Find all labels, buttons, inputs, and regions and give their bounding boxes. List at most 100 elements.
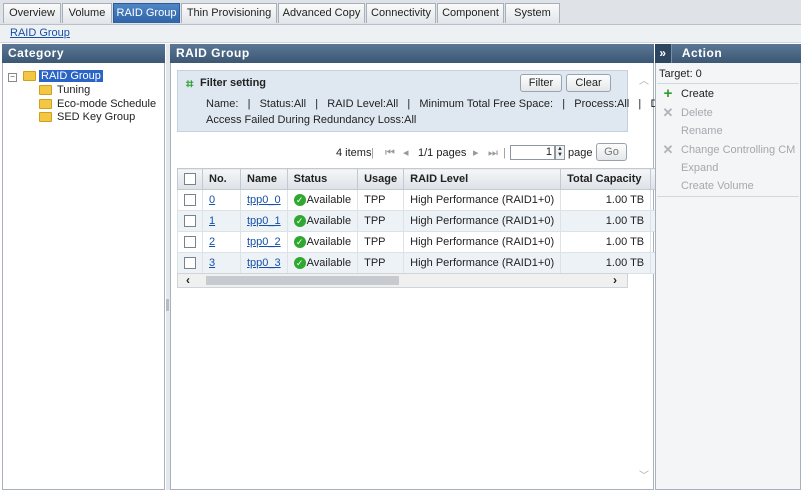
select-all-header[interactable] xyxy=(177,168,203,190)
row-no-link[interactable]: 1 xyxy=(209,215,215,227)
row-checkbox[interactable] xyxy=(184,236,196,249)
filter-icon: ⌗ xyxy=(186,76,194,91)
action-panel-header: » Action xyxy=(655,44,801,63)
plus-icon: + xyxy=(663,85,673,102)
page-number-input[interactable]: 1 xyxy=(510,145,555,160)
row-no-link[interactable]: 3 xyxy=(209,257,215,269)
page-spinner[interactable]: ▲ ▼ xyxy=(555,145,565,160)
filter-summary-line2: Access Failed During Redundancy Loss:All xyxy=(206,114,417,126)
action-delete[interactable]: ✕ Delete xyxy=(661,105,713,121)
tree-item-sed-key-group[interactable]: SED Key Group xyxy=(57,110,135,124)
tab-connectivity[interactable]: Connectivity xyxy=(366,3,436,23)
tab-component[interactable]: Component xyxy=(437,3,504,23)
column-header-name[interactable]: Name xyxy=(240,168,288,190)
collapse-panel-icon[interactable]: » xyxy=(655,44,672,63)
main-vertical-scrollbar[interactable]: ︿ ﹀ xyxy=(637,72,651,482)
action-label: Rename xyxy=(681,125,723,137)
tree-item-tuning[interactable]: Tuning xyxy=(57,83,90,97)
column-header-no[interactable]: No. xyxy=(202,168,241,190)
folder-icon xyxy=(39,99,52,109)
action-label: Change Controlling CM xyxy=(681,144,796,156)
row-checkbox[interactable] xyxy=(184,194,196,207)
usage-cell: TPP xyxy=(357,252,405,274)
tab-advanced-copy[interactable]: Advanced Copy xyxy=(278,3,365,23)
table-row[interactable]: 1 tpp0_1 ✓ Available TPP High Performance… xyxy=(177,210,665,232)
action-rename[interactable]: Rename xyxy=(661,123,723,139)
row-checkbox[interactable] xyxy=(184,257,196,270)
filter-summary-line1: Name: | Status:All | RAID Level:All | Mi… xyxy=(206,98,674,110)
tab-overview[interactable]: Overview xyxy=(3,3,61,23)
page-count: 1/1 pages xyxy=(418,147,467,159)
status-text: Available xyxy=(306,256,352,269)
select-all-checkbox[interactable] xyxy=(184,173,196,186)
action-change-controlling-cm[interactable]: ✕ Change Controlling CM xyxy=(661,142,796,158)
tree-item-label: RAID Group xyxy=(39,70,103,82)
tree-item-raid-group[interactable]: RAID Group xyxy=(39,69,103,83)
table-row[interactable]: 0 tpp0_0 ✓ Available TPP High Performance… xyxy=(177,189,665,211)
tree-collapse-toggle[interactable]: − xyxy=(8,69,17,83)
raid-level-cell: High Performance (RAID1+0) xyxy=(403,252,562,274)
filter-setting-title[interactable]: Filter setting xyxy=(200,77,266,89)
tree-item-eco-mode-schedule[interactable]: Eco-mode Schedule xyxy=(57,97,156,111)
row-name-link[interactable]: tpp0_3 xyxy=(247,257,281,269)
table-horizontal-scrollbar[interactable]: ‹ › xyxy=(177,273,628,288)
prev-page-icon[interactable]: ◂ xyxy=(403,145,409,161)
scroll-down-icon[interactable]: ﹀ xyxy=(639,467,649,482)
status-cell: ✓ Available xyxy=(286,210,359,232)
next-page-icon[interactable]: ▸ xyxy=(473,145,479,161)
row-name-link[interactable]: tpp0_0 xyxy=(247,194,281,206)
table-row[interactable]: 2 tpp0_2 ✓ Available TPP High Performance… xyxy=(177,231,665,253)
first-page-icon[interactable]: ⏮ xyxy=(385,145,395,161)
column-header-raid-level[interactable]: RAID Level xyxy=(403,168,562,190)
filter-setting-box: ⌗ Filter setting Filter Clear Name: | St… xyxy=(177,70,674,132)
raid-level-cell: High Performance (RAID1+0) xyxy=(403,231,562,253)
column-header-status[interactable]: Status xyxy=(286,168,359,190)
status-cell: ✓ Available xyxy=(286,231,359,253)
row-name-link[interactable]: tpp0_1 xyxy=(247,215,281,227)
folder-icon xyxy=(39,85,52,95)
last-page-icon[interactable]: ⏭ xyxy=(488,145,498,161)
scroll-right-icon[interactable]: › xyxy=(613,273,617,287)
scroll-up-icon[interactable]: ︿ xyxy=(639,72,649,87)
row-name-link[interactable]: tpp0_2 xyxy=(247,236,281,248)
breadcrumb-link-raid-group[interactable]: RAID Group xyxy=(10,27,70,39)
folder-open-icon xyxy=(23,71,36,81)
tab-raid-group[interactable]: RAID Group xyxy=(113,3,180,23)
action-create[interactable]: + Create xyxy=(661,86,714,102)
pager-separator: | xyxy=(371,147,374,159)
table-header-row: No. Name Status Usage RAID Level Total C… xyxy=(177,168,665,190)
action-create-volume[interactable]: Create Volume xyxy=(661,178,754,194)
action-label: Expand xyxy=(681,162,719,174)
raid-level-cell: High Performance (RAID1+0) xyxy=(403,210,562,232)
clear-button[interactable]: Clear xyxy=(566,74,611,92)
action-expand[interactable]: Expand xyxy=(661,160,718,176)
folder-icon xyxy=(39,112,52,122)
usage-cell: TPP xyxy=(357,189,405,211)
check-circle-icon: ✓ xyxy=(293,215,306,228)
divider xyxy=(657,196,799,197)
pager-separator: | xyxy=(503,147,506,159)
column-header-usage[interactable]: Usage xyxy=(357,168,405,190)
table-row[interactable]: 3 tpp0_3 ✓ Available TPP High Performance… xyxy=(177,252,665,274)
status-text: Available xyxy=(306,214,352,227)
filter-button[interactable]: Filter xyxy=(520,74,562,92)
scroll-left-icon[interactable]: ‹ xyxy=(186,273,190,287)
check-circle-icon: ✓ xyxy=(293,194,306,207)
check-circle-icon: ✓ xyxy=(293,236,306,249)
item-count: 4 items xyxy=(336,147,372,159)
status-text: Available xyxy=(306,235,352,248)
scrollbar-thumb[interactable] xyxy=(206,276,399,285)
row-no-link[interactable]: 0 xyxy=(209,194,215,206)
x-icon: ✕ xyxy=(662,105,674,120)
row-no-link[interactable]: 2 xyxy=(209,236,215,248)
tab-volume[interactable]: Volume xyxy=(62,3,112,23)
status-cell: ✓ Available xyxy=(286,189,359,211)
target-count: Target: 0 xyxy=(659,68,702,80)
main-panel-title: RAID Group xyxy=(170,44,654,63)
tab-system[interactable]: System xyxy=(505,3,560,23)
go-button[interactable]: Go xyxy=(596,143,627,161)
row-checkbox[interactable] xyxy=(184,215,196,228)
usage-cell: TPP xyxy=(357,231,405,253)
tab-thin-provisioning[interactable]: Thin Provisioning xyxy=(181,3,277,23)
check-circle-icon: ✓ xyxy=(293,257,306,270)
